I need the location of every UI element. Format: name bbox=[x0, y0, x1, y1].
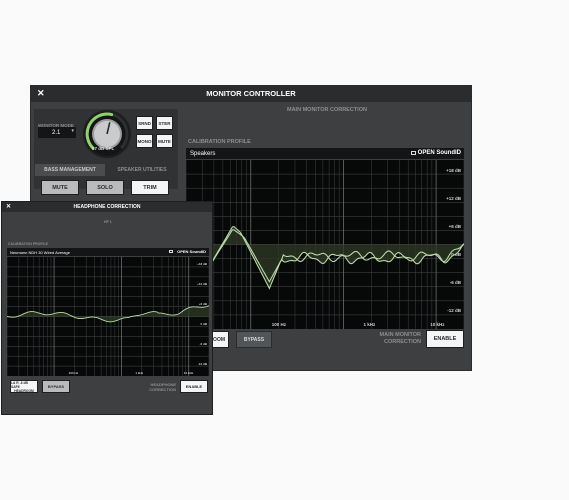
main-frequency-graph: +18 dB+12 dB+6 dB0 dB-6 dB-12 dB-18 dB10… bbox=[186, 160, 464, 329]
tab-bass-management[interactable]: BASS MANAGEMENT bbox=[35, 164, 105, 176]
monitor-controller-titlebar: MONITOR CONTROLLER bbox=[31, 86, 471, 102]
mute-mode-button[interactable]: MUTE bbox=[156, 134, 173, 148]
safe-headroom-button[interactable]: L& R -6 dB SAFE HEADROOM bbox=[10, 380, 38, 393]
y-tick-label: -12 dB bbox=[447, 308, 461, 313]
y-tick-label: +12 dB bbox=[197, 282, 207, 286]
close-icon[interactable]: ✕ bbox=[37, 88, 45, 99]
calibration-profile-dropdown[interactable]: Neumann NDH 30 Wired Average OPEN SoundI… bbox=[7, 248, 209, 256]
x-tick-label: 1 kHz bbox=[135, 371, 144, 375]
mono-button[interactable]: MONO bbox=[136, 134, 153, 148]
x-tick-label: 1 kHz bbox=[363, 322, 376, 327]
tab-label: SPEAKER UTILITIES bbox=[117, 167, 167, 173]
surround-button[interactable]: SRND bbox=[136, 116, 153, 130]
y-tick-label: 0 dB bbox=[451, 252, 461, 257]
correction-label: HEADPHONE CORRECTION bbox=[132, 382, 176, 392]
trim-button[interactable]: TRIM bbox=[131, 180, 169, 195]
headphone-correction-titlebar: HEADPHONE CORRECTION bbox=[2, 202, 212, 212]
tab-speaker-utilities[interactable]: SPEAKER UTILITIES bbox=[107, 164, 177, 176]
tab-label: BASS MANAGEMENT bbox=[44, 167, 96, 173]
monitor-mode-dropdown[interactable]: 2.1 ▾ bbox=[38, 127, 76, 138]
section-title: MAIN MONITOR CORRECTION bbox=[287, 107, 367, 113]
knob-readout: 57 dB SPL bbox=[92, 146, 115, 151]
headphone-frequency-graph: +18 dB+12 dB+6 dB0 dB-6 dB-12 dB-18 dB10… bbox=[7, 257, 209, 376]
soundid-icon bbox=[411, 151, 416, 155]
safe-headroom-line2: HEADROOM bbox=[14, 388, 34, 393]
bypass-button[interactable]: BYPASS bbox=[236, 331, 272, 348]
y-tick-label: +18 dB bbox=[446, 168, 461, 173]
profile-value: Speakers bbox=[190, 150, 216, 157]
x-tick-label: 10 kHz bbox=[430, 322, 445, 327]
correction-label-line1: MAIN MONITOR bbox=[379, 332, 421, 338]
y-tick-label: +6 dB bbox=[448, 224, 461, 229]
main-frequency-plot bbox=[186, 160, 464, 329]
monitor-mode-value: 2.1 bbox=[52, 129, 61, 136]
headphone-correction-window: HEADPHONE CORRECTION ✕ HP 1 CALIBRATION … bbox=[1, 201, 213, 415]
calibration-profile-label: CALIBRATION PROFILE bbox=[8, 242, 48, 246]
y-tick-label: 0 dB bbox=[200, 322, 207, 326]
mute-button[interactable]: MUTE bbox=[41, 180, 79, 195]
window-title: MONITOR CONTROLLER bbox=[206, 89, 296, 98]
x-tick-label: 100 Hz bbox=[68, 371, 79, 375]
bypass-button[interactable]: BYPASS bbox=[42, 380, 70, 393]
y-tick-label: -6 dB bbox=[449, 280, 461, 285]
y-tick-label: +12 dB bbox=[446, 196, 461, 201]
window-title: HEADPHONE CORRECTION bbox=[73, 204, 141, 210]
open-soundid-link[interactable]: OPEN SoundID bbox=[177, 249, 206, 254]
x-tick-label: 10 kHz bbox=[183, 371, 194, 375]
open-soundid-link[interactable]: OPEN SoundID bbox=[418, 150, 461, 156]
profile-value: Neumann NDH 30 Wired Average bbox=[10, 249, 70, 255]
y-tick-label: -6 dB bbox=[199, 342, 208, 346]
y-tick-label: +6 dB bbox=[198, 302, 207, 306]
y-tick-label: +18 dB bbox=[197, 262, 207, 266]
correction-label-line2: CORRECTION bbox=[149, 387, 176, 392]
y-tick-label: -12 dB bbox=[197, 362, 207, 366]
correction-label-line2: CORRECTION bbox=[384, 339, 421, 345]
close-icon[interactable]: ✕ bbox=[6, 203, 11, 210]
chevron-down-icon: ▾ bbox=[71, 128, 74, 134]
volume-knob[interactable] bbox=[81, 108, 133, 160]
soundid-icon bbox=[169, 250, 173, 253]
correction-label: MAIN MONITOR CORRECTION bbox=[371, 332, 421, 346]
enable-button[interactable]: ENABLE bbox=[180, 380, 208, 393]
output-label: HP 1 bbox=[104, 220, 112, 224]
safe-headroom-line1: L& R -6 dB SAFE bbox=[11, 380, 28, 389]
headphone-frequency-plot bbox=[7, 257, 209, 376]
enable-button[interactable]: ENABLE bbox=[426, 330, 464, 348]
stereo-button[interactable]: STER bbox=[156, 116, 173, 130]
solo-button[interactable]: SOLO bbox=[86, 180, 124, 195]
calibration-profile-dropdown[interactable]: Speakers OPEN SoundID bbox=[186, 148, 464, 159]
calibration-profile-label: CALIBRATION PROFILE bbox=[188, 139, 251, 145]
x-tick-label: 100 Hz bbox=[271, 322, 286, 327]
